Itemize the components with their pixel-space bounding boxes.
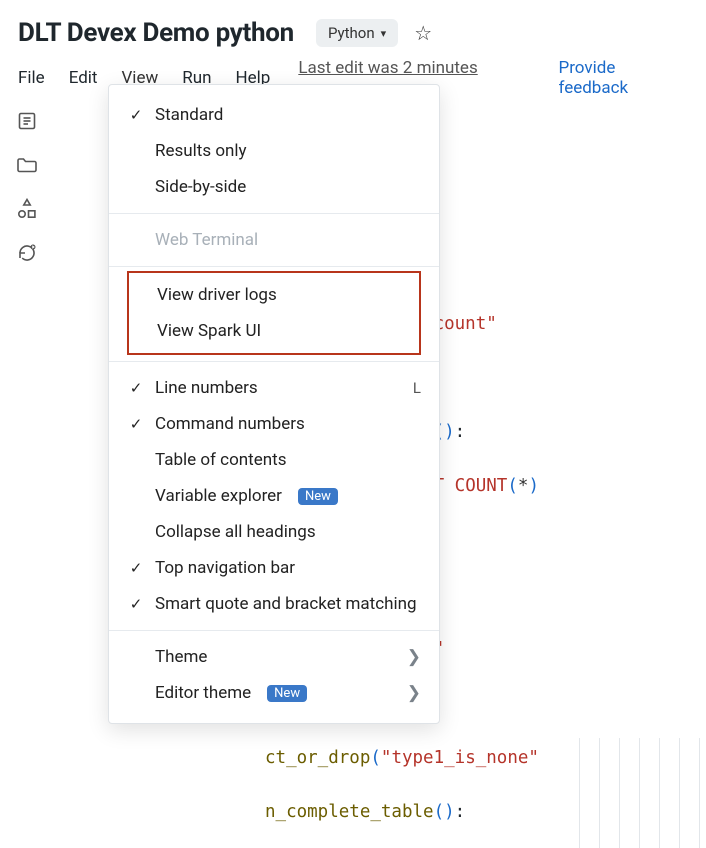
- menu-file[interactable]: File: [18, 68, 45, 88]
- view-spark-ui[interactable]: View Spark UI: [129, 313, 419, 349]
- refresh-icon[interactable]: [16, 242, 38, 264]
- view-side-by-side[interactable]: ✓ Side-by-side: [109, 169, 439, 205]
- folder-icon[interactable]: [16, 154, 38, 176]
- check-icon: ✓: [127, 595, 145, 613]
- provide-feedback-link[interactable]: Provide feedback: [558, 58, 688, 98]
- page-title: DLT Devex Demo python: [18, 18, 294, 48]
- menu-edit[interactable]: Edit: [69, 68, 98, 88]
- view-dropdown: ✓ Standard ✓ Results only ✓ Side-by-side…: [108, 84, 440, 724]
- new-badge: New: [267, 685, 307, 702]
- check-icon: ✓: [127, 559, 145, 577]
- highlighted-menu-group: View driver logs View Spark UI: [127, 271, 421, 355]
- left-rail: [0, 102, 54, 264]
- view-top-nav-bar[interactable]: ✓ Top navigation bar: [109, 550, 439, 586]
- check-icon: ✓: [127, 415, 145, 433]
- view-theme[interactable]: ✓ Theme ❯: [109, 639, 439, 675]
- view-results-only[interactable]: ✓ Results only: [109, 133, 439, 169]
- view-driver-logs[interactable]: View driver logs: [129, 277, 419, 313]
- chevron-down-icon: ▾: [381, 27, 387, 40]
- chevron-right-icon: ❯: [407, 683, 421, 703]
- check-icon: ✓: [127, 106, 145, 124]
- view-line-numbers[interactable]: ✓ Line numbers L: [109, 370, 439, 406]
- view-variable-explorer[interactable]: ✓ Variable explorer New: [109, 478, 439, 514]
- chevron-right-icon: ❯: [407, 647, 421, 667]
- outline-icon[interactable]: [16, 110, 38, 132]
- star-icon[interactable]: ☆: [414, 21, 432, 45]
- shortcut-hint: L: [413, 379, 421, 397]
- view-smart-quote[interactable]: ✓ Smart quote and bracket matching: [109, 586, 439, 622]
- view-web-terminal: ✓ Web Terminal: [109, 222, 439, 258]
- view-command-numbers[interactable]: ✓ Command numbers: [109, 406, 439, 442]
- view-collapse-headings[interactable]: ✓ Collapse all headings: [109, 514, 439, 550]
- language-selector[interactable]: Python ▾: [316, 19, 398, 47]
- shapes-icon[interactable]: [16, 198, 38, 220]
- view-table-of-contents[interactable]: ✓ Table of contents: [109, 442, 439, 478]
- view-editor-theme[interactable]: ✓ Editor theme New ❯: [109, 675, 439, 711]
- check-icon: ✓: [127, 379, 145, 397]
- view-standard[interactable]: ✓ Standard: [109, 97, 439, 133]
- language-label: Python: [328, 24, 375, 42]
- new-badge: New: [298, 488, 338, 505]
